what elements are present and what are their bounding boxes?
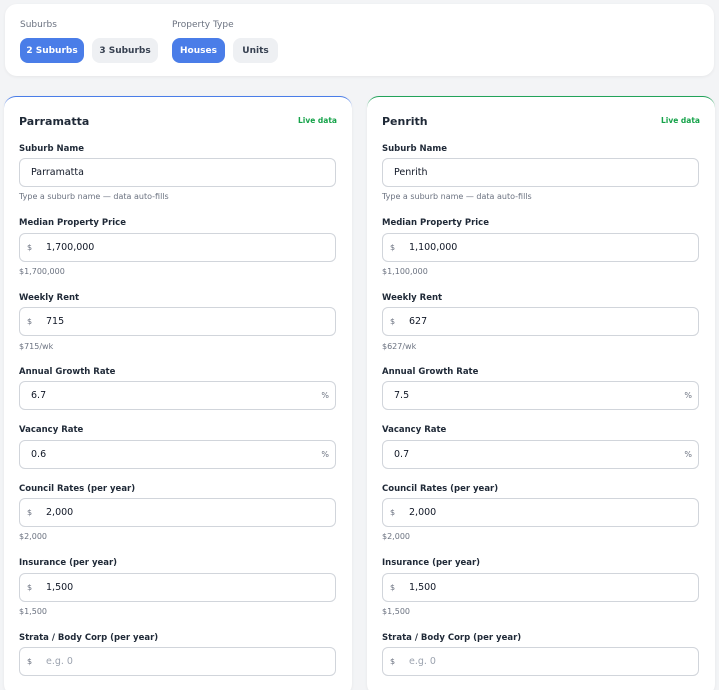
suburb-name-input[interactable]: Parramatta <box>19 158 336 187</box>
insurance-value: 1,500 <box>409 582 437 593</box>
growth-rate-value: 7.5 <box>394 390 410 401</box>
growth-rate-label: Annual Growth Rate <box>19 367 116 377</box>
percent-suffix: % <box>321 391 329 400</box>
council-rates-input[interactable]: $ 2,000 <box>382 498 699 527</box>
growth-rate-input[interactable]: 6.7 % <box>19 381 336 410</box>
vacancy-rate-label: Vacancy Rate <box>19 425 84 435</box>
weekly-rent-value: 715 <box>46 316 65 327</box>
weekly-rent-label: Weekly Rent <box>382 293 443 303</box>
strata-label: Strata / Body Corp (per year) <box>19 633 159 643</box>
percent-suffix: % <box>684 391 692 400</box>
property-type-label: Property Type <box>172 20 234 30</box>
suburb-name-label: Suburb Name <box>19 144 85 154</box>
growth-rate-value: 6.7 <box>31 390 47 401</box>
median-price-hint: $1,700,000 <box>19 267 65 276</box>
dollar-prefix: $ <box>390 508 396 517</box>
insurance-label: Insurance (per year) <box>19 558 118 568</box>
dollar-prefix: $ <box>27 243 33 252</box>
insurance-input[interactable]: $ 1,500 <box>19 573 336 602</box>
dollar-prefix: $ <box>27 657 33 666</box>
council-rates-label: Council Rates (per year) <box>382 484 499 494</box>
suburbs-label: Suburbs <box>20 20 57 30</box>
dollar-prefix: $ <box>390 657 396 666</box>
median-price-value: 1,700,000 <box>46 242 95 253</box>
dollar-prefix: $ <box>27 317 33 326</box>
median-price-label: Median Property Price <box>382 218 489 228</box>
weekly-rent-label: Weekly Rent <box>19 293 80 303</box>
strata-placeholder: e.g. 0 <box>46 656 73 667</box>
suburb-card-1: Parramatta Live data Suburb Name Parrama… <box>4 96 352 690</box>
units-button[interactable]: Units <box>233 38 278 63</box>
council-rates-value: 2,000 <box>46 507 74 518</box>
insurance-input[interactable]: $ 1,500 <box>382 573 699 602</box>
percent-suffix: % <box>321 450 329 459</box>
council-rates-value: 2,000 <box>409 507 437 518</box>
strata-input[interactable]: $ e.g. 0 <box>382 647 699 676</box>
median-price-input[interactable]: $ 1,700,000 <box>19 233 336 262</box>
suburb-name-value: Penrith <box>394 167 428 178</box>
suburb-name-hint: Type a suburb name — data auto-fills <box>19 192 169 201</box>
vacancy-rate-input[interactable]: 0.6 % <box>19 440 336 469</box>
percent-suffix: % <box>684 450 692 459</box>
property-type-filter-group: Property Type Houses Units <box>172 19 278 63</box>
suburb-name-hint: Type a suburb name — data auto-fills <box>382 192 532 201</box>
growth-rate-label: Annual Growth Rate <box>382 367 479 377</box>
growth-rate-input[interactable]: 7.5 % <box>382 381 699 410</box>
dollar-prefix: $ <box>390 317 396 326</box>
strata-input[interactable]: $ e.g. 0 <box>19 647 336 676</box>
filter-panel: Suburbs 2 Suburbs 3 Suburbs Property Typ… <box>5 4 714 76</box>
median-price-value: 1,100,000 <box>409 242 458 253</box>
card-title: Parramatta <box>19 115 90 128</box>
council-rates-label: Council Rates (per year) <box>19 484 136 494</box>
strata-placeholder: e.g. 0 <box>409 656 436 667</box>
weekly-rent-hint: $627/wk <box>382 342 417 351</box>
median-price-hint: $1,100,000 <box>382 267 428 276</box>
council-rates-hint: $2,000 <box>382 532 410 541</box>
houses-button[interactable]: Houses <box>172 38 225 63</box>
three-suburbs-button[interactable]: 3 Suburbs <box>92 38 158 63</box>
weekly-rent-input[interactable]: $ 715 <box>19 307 336 336</box>
vacancy-rate-label: Vacancy Rate <box>382 425 447 435</box>
dollar-prefix: $ <box>390 243 396 252</box>
suburbs-filter-group: Suburbs 2 Suburbs 3 Suburbs <box>20 19 158 63</box>
dollar-prefix: $ <box>390 583 396 592</box>
dollar-prefix: $ <box>27 583 33 592</box>
vacancy-rate-value: 0.7 <box>394 449 410 460</box>
council-rates-hint: $2,000 <box>19 532 47 541</box>
median-price-label: Median Property Price <box>19 218 126 228</box>
suburb-card-2: Penrith Live data Suburb Name Penrith Ty… <box>367 96 715 690</box>
live-data-badge: Live data <box>297 116 337 125</box>
insurance-value: 1,500 <box>46 582 74 593</box>
insurance-hint: $1,500 <box>382 607 410 616</box>
suburb-name-input[interactable]: Penrith <box>382 158 699 187</box>
live-data-badge: Live data <box>660 116 700 125</box>
vacancy-rate-value: 0.6 <box>31 449 47 460</box>
suburb-name-value: Parramatta <box>31 167 84 178</box>
vacancy-rate-input[interactable]: 0.7 % <box>382 440 699 469</box>
suburb-name-label: Suburb Name <box>382 144 448 154</box>
council-rates-input[interactable]: $ 2,000 <box>19 498 336 527</box>
two-suburbs-button[interactable]: 2 Suburbs <box>20 38 84 63</box>
insurance-label: Insurance (per year) <box>382 558 481 568</box>
insurance-hint: $1,500 <box>19 607 47 616</box>
card-title: Penrith <box>382 115 428 128</box>
weekly-rent-value: 627 <box>409 316 428 327</box>
weekly-rent-hint: $715/wk <box>19 342 54 351</box>
dollar-prefix: $ <box>27 508 33 517</box>
strata-label: Strata / Body Corp (per year) <box>382 633 522 643</box>
median-price-input[interactable]: $ 1,100,000 <box>382 233 699 262</box>
weekly-rent-input[interactable]: $ 627 <box>382 307 699 336</box>
